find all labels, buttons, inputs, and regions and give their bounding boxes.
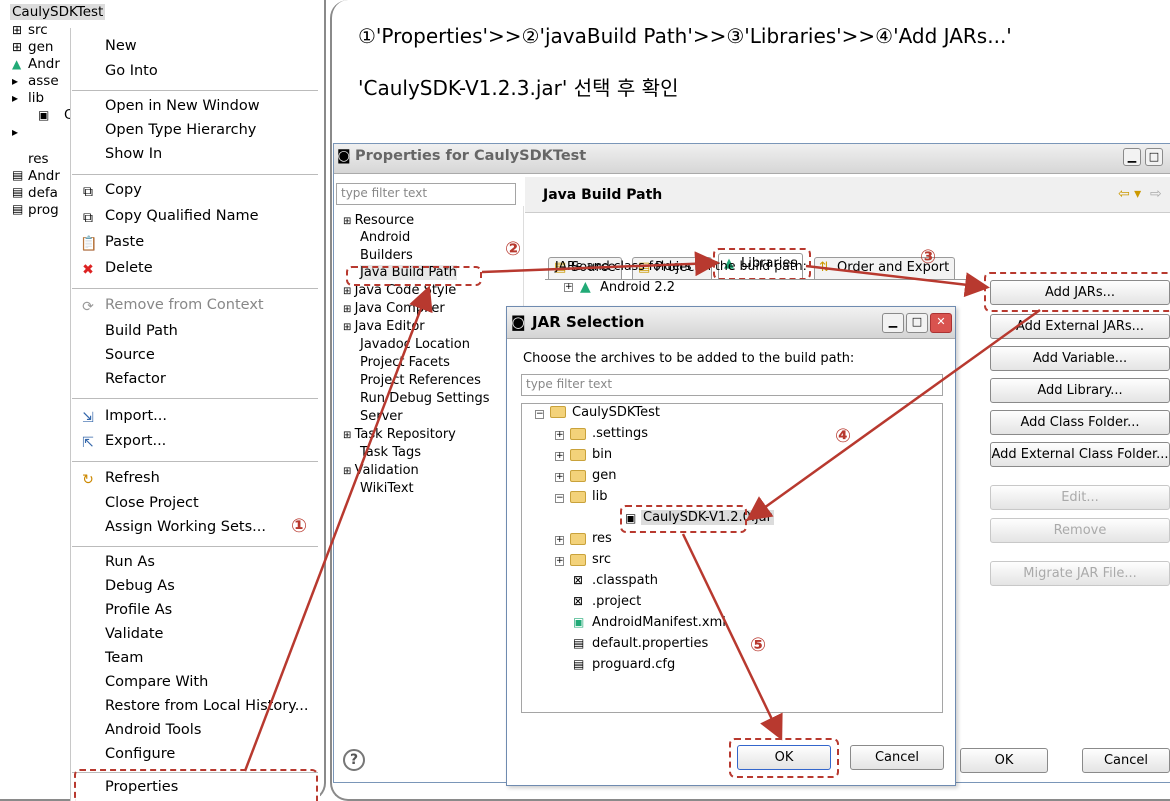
arrow-build-path-to-libraries xyxy=(481,251,720,277)
arrow-add-jars-to-jar xyxy=(745,308,1041,521)
annotation-arrows xyxy=(243,251,1041,772)
arrow-properties-to-build-path xyxy=(243,285,433,772)
arrow-libraries-to-add-jars xyxy=(805,264,990,298)
arrow-jar-to-ok xyxy=(681,533,783,741)
